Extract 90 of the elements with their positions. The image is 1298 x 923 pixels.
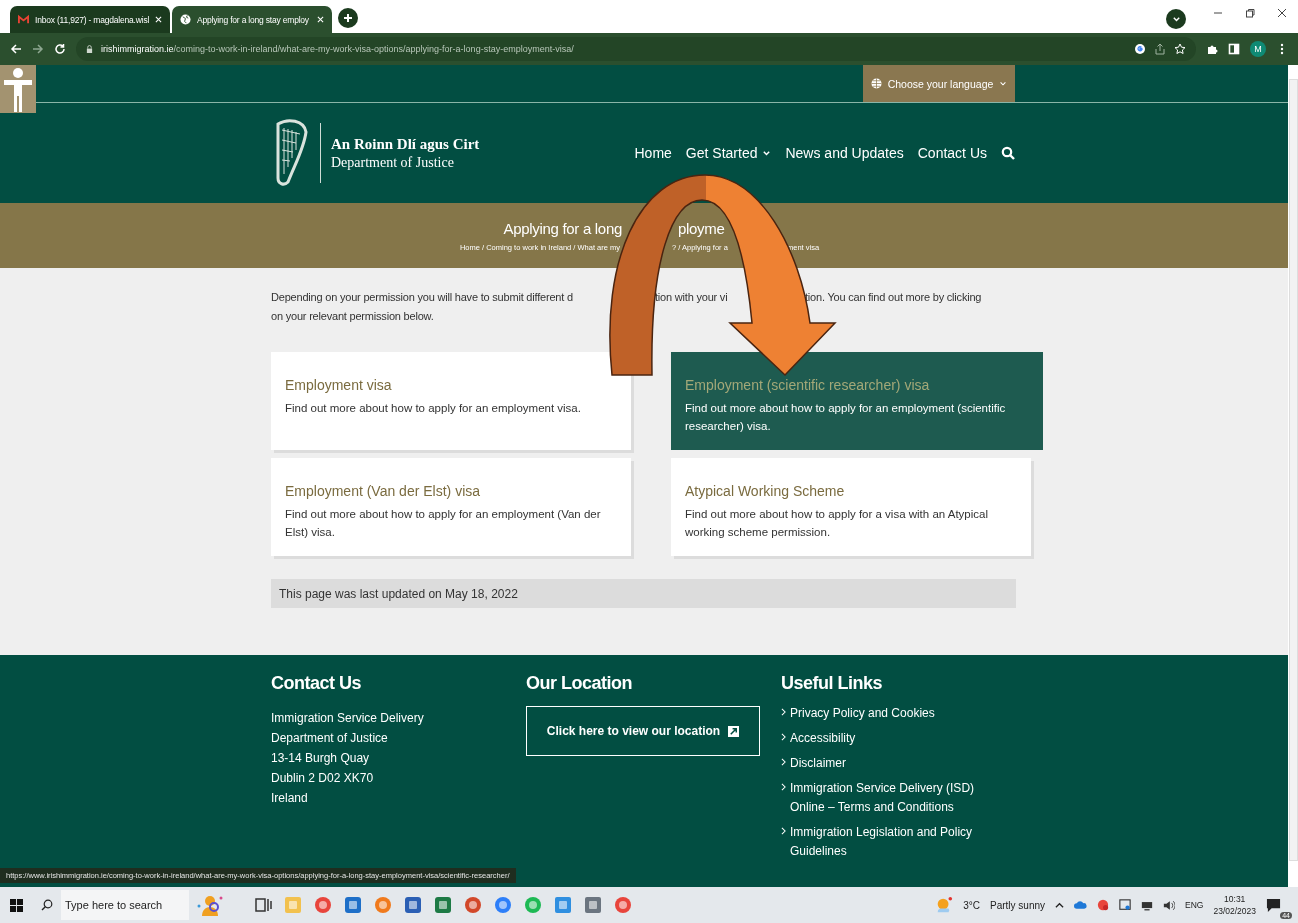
cloud-icon[interactable]: [1074, 900, 1088, 910]
address-line: Immigration Service Delivery: [271, 710, 424, 727]
browser-tab[interactable]: Applying for a long stay employ: [172, 6, 332, 33]
footer-heading: Useful Links: [781, 673, 883, 694]
reload-icon[interactable]: [54, 43, 66, 55]
address-line: Dublin 2 D02 XK70: [271, 770, 374, 787]
input-language[interactable]: ENG: [1185, 900, 1204, 910]
view-location-button[interactable]: Click here to view our location: [526, 706, 760, 756]
permission-card[interactable]: Atypical Working Scheme Find out more about how to apply for a visa with an Atypical working scheme permission.: [671, 458, 1031, 556]
chevron-right-icon: [781, 783, 786, 791]
browser-tab[interactable]: Inbox (11,927) - magdalena.wisl: [10, 6, 170, 33]
share-icon[interactable]: [1154, 43, 1166, 55]
address-line: Department of Justice: [271, 730, 388, 747]
speaker-icon[interactable]: [1163, 899, 1176, 911]
close-tab-icon[interactable]: [155, 16, 163, 23]
chevron-right-icon: [781, 733, 786, 741]
footer-link[interactable]: Disclaimer: [790, 754, 846, 773]
google-lens-icon[interactable]: [1134, 43, 1146, 55]
footer-link[interactable]: Privacy Policy and Cookies: [790, 704, 935, 723]
nav-link[interactable]: Get Started: [685, 145, 772, 161]
accessibility-person-icon: [1, 66, 35, 112]
permission-card[interactable]: Employment (Van der Elst) visa Find out more about how to apply for an employment (Van der Elst) visa.: [271, 458, 631, 556]
card-description: Find out more about how to apply for an employment (scientific researcher) visa.: [685, 401, 1007, 435]
chevron-down-icon: [999, 79, 1008, 88]
chevron-right-icon: [781, 708, 786, 716]
search-highlight-person-icon: [197, 894, 223, 916]
footer-link[interactable]: Immigration Service Delivery (ISD) Online – Terms and Conditions: [790, 779, 991, 817]
external-link-icon: [728, 725, 740, 737]
weather-condition: Partly sunny: [990, 899, 1046, 911]
page-title: Applying for a long: [503, 219, 622, 237]
chevron-right-icon: [781, 758, 786, 766]
forward-icon[interactable]: [32, 43, 44, 55]
task-view-icon[interactable]: [253, 895, 273, 915]
footer-heading: Contact Us: [271, 673, 361, 694]
new-tab-button[interactable]: [338, 8, 358, 28]
intro-text: tion. You can find out more by clicking: [805, 291, 982, 305]
windows-start-icon[interactable]: [10, 898, 23, 912]
department-name: Department of Justice: [331, 154, 455, 171]
back-icon[interactable]: [10, 43, 22, 55]
tab-search-button[interactable]: [1166, 9, 1186, 29]
restore-icon[interactable]: [1244, 7, 1256, 19]
message-icon: [1266, 897, 1281, 913]
screen-icon[interactable]: [1119, 899, 1132, 911]
nav-link[interactable]: News and Updates: [785, 145, 904, 161]
side-panel-icon[interactable]: [1228, 43, 1240, 55]
address-field[interactable]: irishimmigration.ie/coming-to-work-in-ireland/what-are-my-work-visa-options/applying-for-a-long-stay-employment-visa/: [76, 37, 1196, 61]
card-description: Find out more about how to apply for a visa with an Atypical working scheme permission.: [685, 507, 989, 541]
time: 10:31: [1224, 894, 1246, 904]
language-button[interactable]: Choose your language: [863, 65, 1015, 102]
close-tab-icon[interactable]: [317, 16, 324, 23]
card-title[interactable]: Atypical Working Scheme: [685, 483, 845, 499]
intro-text: on your relevant permission below.: [271, 310, 435, 322]
card-description: Find out more about how to apply for an employment visa.: [285, 401, 581, 416]
search-icon[interactable]: [1001, 146, 1015, 160]
chevron-up-icon[interactable]: [1055, 900, 1065, 910]
caret-icon: [762, 148, 772, 158]
footer-link[interactable]: Immigration Legislation and Policy Guidelines: [790, 823, 991, 861]
department-name-irish: An Roinn Dlí agus Cirt: [331, 135, 480, 153]
card-title[interactable]: Employment (Van der Elst) visa: [285, 483, 481, 499]
footer-link[interactable]: Accessibility: [790, 729, 856, 748]
globe-icon: [180, 14, 191, 25]
weather-sun-cloud-icon[interactable]: [935, 896, 954, 914]
star-icon[interactable]: [1174, 43, 1186, 55]
puzzle-icon[interactable]: [1206, 43, 1218, 55]
chevron-right-icon: [781, 827, 786, 835]
card-title[interactable]: Employment visa: [285, 377, 392, 393]
page-title: ployme: [678, 219, 725, 237]
nav-link[interactable]: Contact Us: [917, 145, 987, 161]
chevron-down-icon: [1171, 14, 1181, 24]
taskbar-search-field[interactable]: Type here to search: [61, 890, 189, 920]
permission-card[interactable]: Employment visa Find out more about how to apply for an employment visa.: [271, 352, 631, 450]
search-icon: [41, 899, 53, 911]
lock-icon: [86, 44, 93, 54]
card-description: Find out more about how to apply for an employment (Van der Elst) visa.: [285, 507, 602, 541]
address-line: 13-14 Burgh Quay: [271, 750, 370, 767]
date: 23/02/2023: [1213, 906, 1256, 916]
profile-avatar[interactable]: M: [1250, 41, 1266, 57]
clock[interactable]: 10:31 23/02/2023: [1213, 894, 1256, 916]
accessibility-button[interactable]: [0, 65, 36, 113]
nav-link[interactable]: Home: [634, 145, 672, 161]
temperature: 3°C: [963, 899, 980, 911]
intro-text: Depending on your permission you will have to submit different d: [271, 291, 573, 305]
footer-heading: Our Location: [526, 673, 632, 694]
globe-icon: [870, 78, 882, 89]
mail-icon: [18, 14, 29, 25]
intro-text: tion with your vi: [655, 291, 728, 305]
last-updated-note: This page was last updated on May 18, 2022: [271, 579, 1016, 608]
plus-icon: [343, 13, 353, 23]
address-line: Ireland: [271, 790, 308, 807]
close-icon[interactable]: [1276, 7, 1288, 19]
